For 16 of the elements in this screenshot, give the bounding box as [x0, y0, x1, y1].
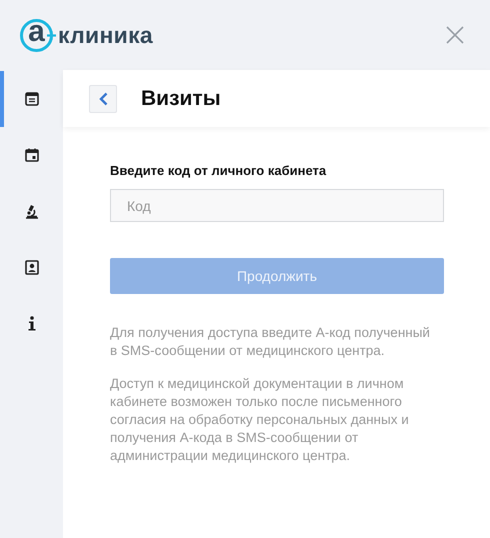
close-button[interactable]	[446, 26, 464, 44]
logo-letter: а	[20, 18, 53, 52]
calendar-icon	[24, 148, 38, 162]
logo-text: клиника	[58, 22, 153, 48]
id-badge-icon	[24, 260, 38, 274]
microscope-icon	[24, 204, 38, 218]
field-label: Введите код от личного кабинета	[110, 163, 328, 178]
info-text: Доступ к медицинской документации в личном кабинете возможен только после письменного согласия на обработку персональных данных и получения А-кода в SMS-сообщении от администрации медицинского центра.	[110, 375, 410, 465]
chevron-left-icon	[98, 92, 108, 106]
info-icon	[28, 316, 36, 330]
info-text: Для получения доступа введите А-код полученный в SMS-сообщении от медицинского центра.	[110, 324, 431, 360]
code-field[interactable]: Код	[110, 189, 444, 222]
page-title: Визиты	[141, 86, 221, 110]
back-button[interactable]	[89, 84, 117, 112]
plus-icon	[47, 30, 56, 40]
document-icon	[24, 92, 38, 106]
